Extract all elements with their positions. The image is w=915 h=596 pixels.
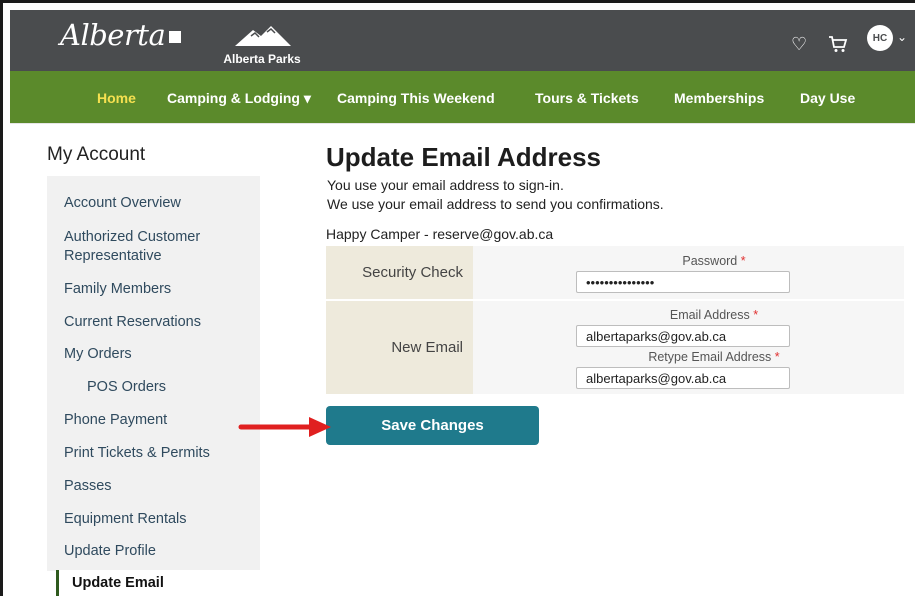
alberta-logo-text: Alberta xyxy=(60,18,166,52)
new-email-text: New Email xyxy=(391,339,463,356)
sidebar-item-print-tickets-permits[interactable]: Print Tickets & Permits xyxy=(64,444,210,463)
sidebar: Account Overview Authorized Customer Rep… xyxy=(47,176,260,571)
sidebar-item-update-email[interactable]: Update Email xyxy=(56,570,260,596)
new-email-row: Email Address * Retype Email Address * xyxy=(473,301,904,394)
nav-home[interactable]: Home xyxy=(97,90,136,106)
email-label-text: Email Address xyxy=(669,308,750,322)
nav-camping-lodging[interactable]: Camping & Lodging ▾ xyxy=(167,90,311,107)
sidebar-item-phone-payment[interactable]: Phone Payment xyxy=(64,411,167,430)
heart-icon[interactable]: ♡ xyxy=(791,35,807,53)
retype-label-text: Retype Email Address xyxy=(648,350,772,364)
sidebar-item-label: Update Email xyxy=(72,575,164,591)
nav-memberships[interactable]: Memberships xyxy=(674,90,764,106)
password-label: Password * xyxy=(614,254,814,268)
sidebar-title: My Account xyxy=(47,144,146,165)
description-line-1: You use your email address to sign-in. xyxy=(327,177,564,193)
red-arrow-annotation xyxy=(238,417,331,437)
sidebar-item-family-members[interactable]: Family Members xyxy=(64,280,171,299)
save-changes-button[interactable]: Save Changes xyxy=(326,406,539,445)
sidebar-item-my-orders[interactable]: My Orders xyxy=(64,345,132,364)
new-email-label: New Email xyxy=(326,301,473,394)
avatar[interactable]: HC xyxy=(867,25,893,51)
email-address-input[interactable] xyxy=(576,325,790,347)
password-input[interactable] xyxy=(576,271,790,293)
sidebar-item-account-overview[interactable]: Account Overview xyxy=(64,194,181,213)
security-check-row: Password * xyxy=(473,246,904,299)
password-label-text: Password xyxy=(682,254,738,268)
page-title: Update Email Address xyxy=(326,142,602,172)
main-nav: Home Camping & Lodging ▾ Camping This We… xyxy=(10,71,915,123)
alberta-logo[interactable]: Alberta xyxy=(60,18,182,52)
sidebar-item-pos-orders[interactable]: POS Orders xyxy=(87,378,166,397)
alberta-logo-mark xyxy=(169,31,182,43)
cart-icon[interactable] xyxy=(828,35,848,53)
alberta-parks-label: Alberta Parks xyxy=(223,52,301,66)
sidebar-item-passes[interactable]: Passes xyxy=(64,477,112,496)
chevron-down-icon[interactable]: ⌄ xyxy=(897,30,907,44)
sidebar-item-equipment-rentals[interactable]: Equipment Rentals xyxy=(64,510,187,529)
update-email-form: Security Check Password * New Email Emai… xyxy=(326,246,904,394)
nav-tours-tickets[interactable]: Tours & Tickets xyxy=(535,90,639,106)
sidebar-item-authorized-customer-representative[interactable]: Authorized Customer Representative xyxy=(64,228,244,266)
description-line-2: We use your email address to send you co… xyxy=(327,196,664,212)
top-bar: Alberta Alberta Parks ♡ xyxy=(10,10,915,71)
sidebar-item-update-profile[interactable]: Update Profile xyxy=(64,542,156,561)
required-indicator: * xyxy=(753,308,759,322)
email-address-label: Email Address * xyxy=(614,308,814,322)
retype-email-label: Retype Email Address * xyxy=(614,350,814,364)
current-user-email: Happy Camper - reserve@gov.ab.ca xyxy=(326,226,554,242)
retype-email-input[interactable] xyxy=(576,367,790,389)
mountains-icon xyxy=(235,26,291,46)
security-check-label: Security Check xyxy=(326,246,473,299)
sidebar-item-current-reservations[interactable]: Current Reservations xyxy=(64,313,201,332)
required-indicator: * xyxy=(774,350,780,364)
security-check-text: Security Check xyxy=(362,264,463,281)
required-indicator: * xyxy=(740,254,746,268)
divider xyxy=(10,123,915,124)
alberta-parks-logo[interactable]: Alberta Parks xyxy=(217,24,307,66)
nav-camping-this-weekend[interactable]: Camping This Weekend xyxy=(337,90,495,106)
nav-day-use[interactable]: Day Use xyxy=(800,90,855,106)
